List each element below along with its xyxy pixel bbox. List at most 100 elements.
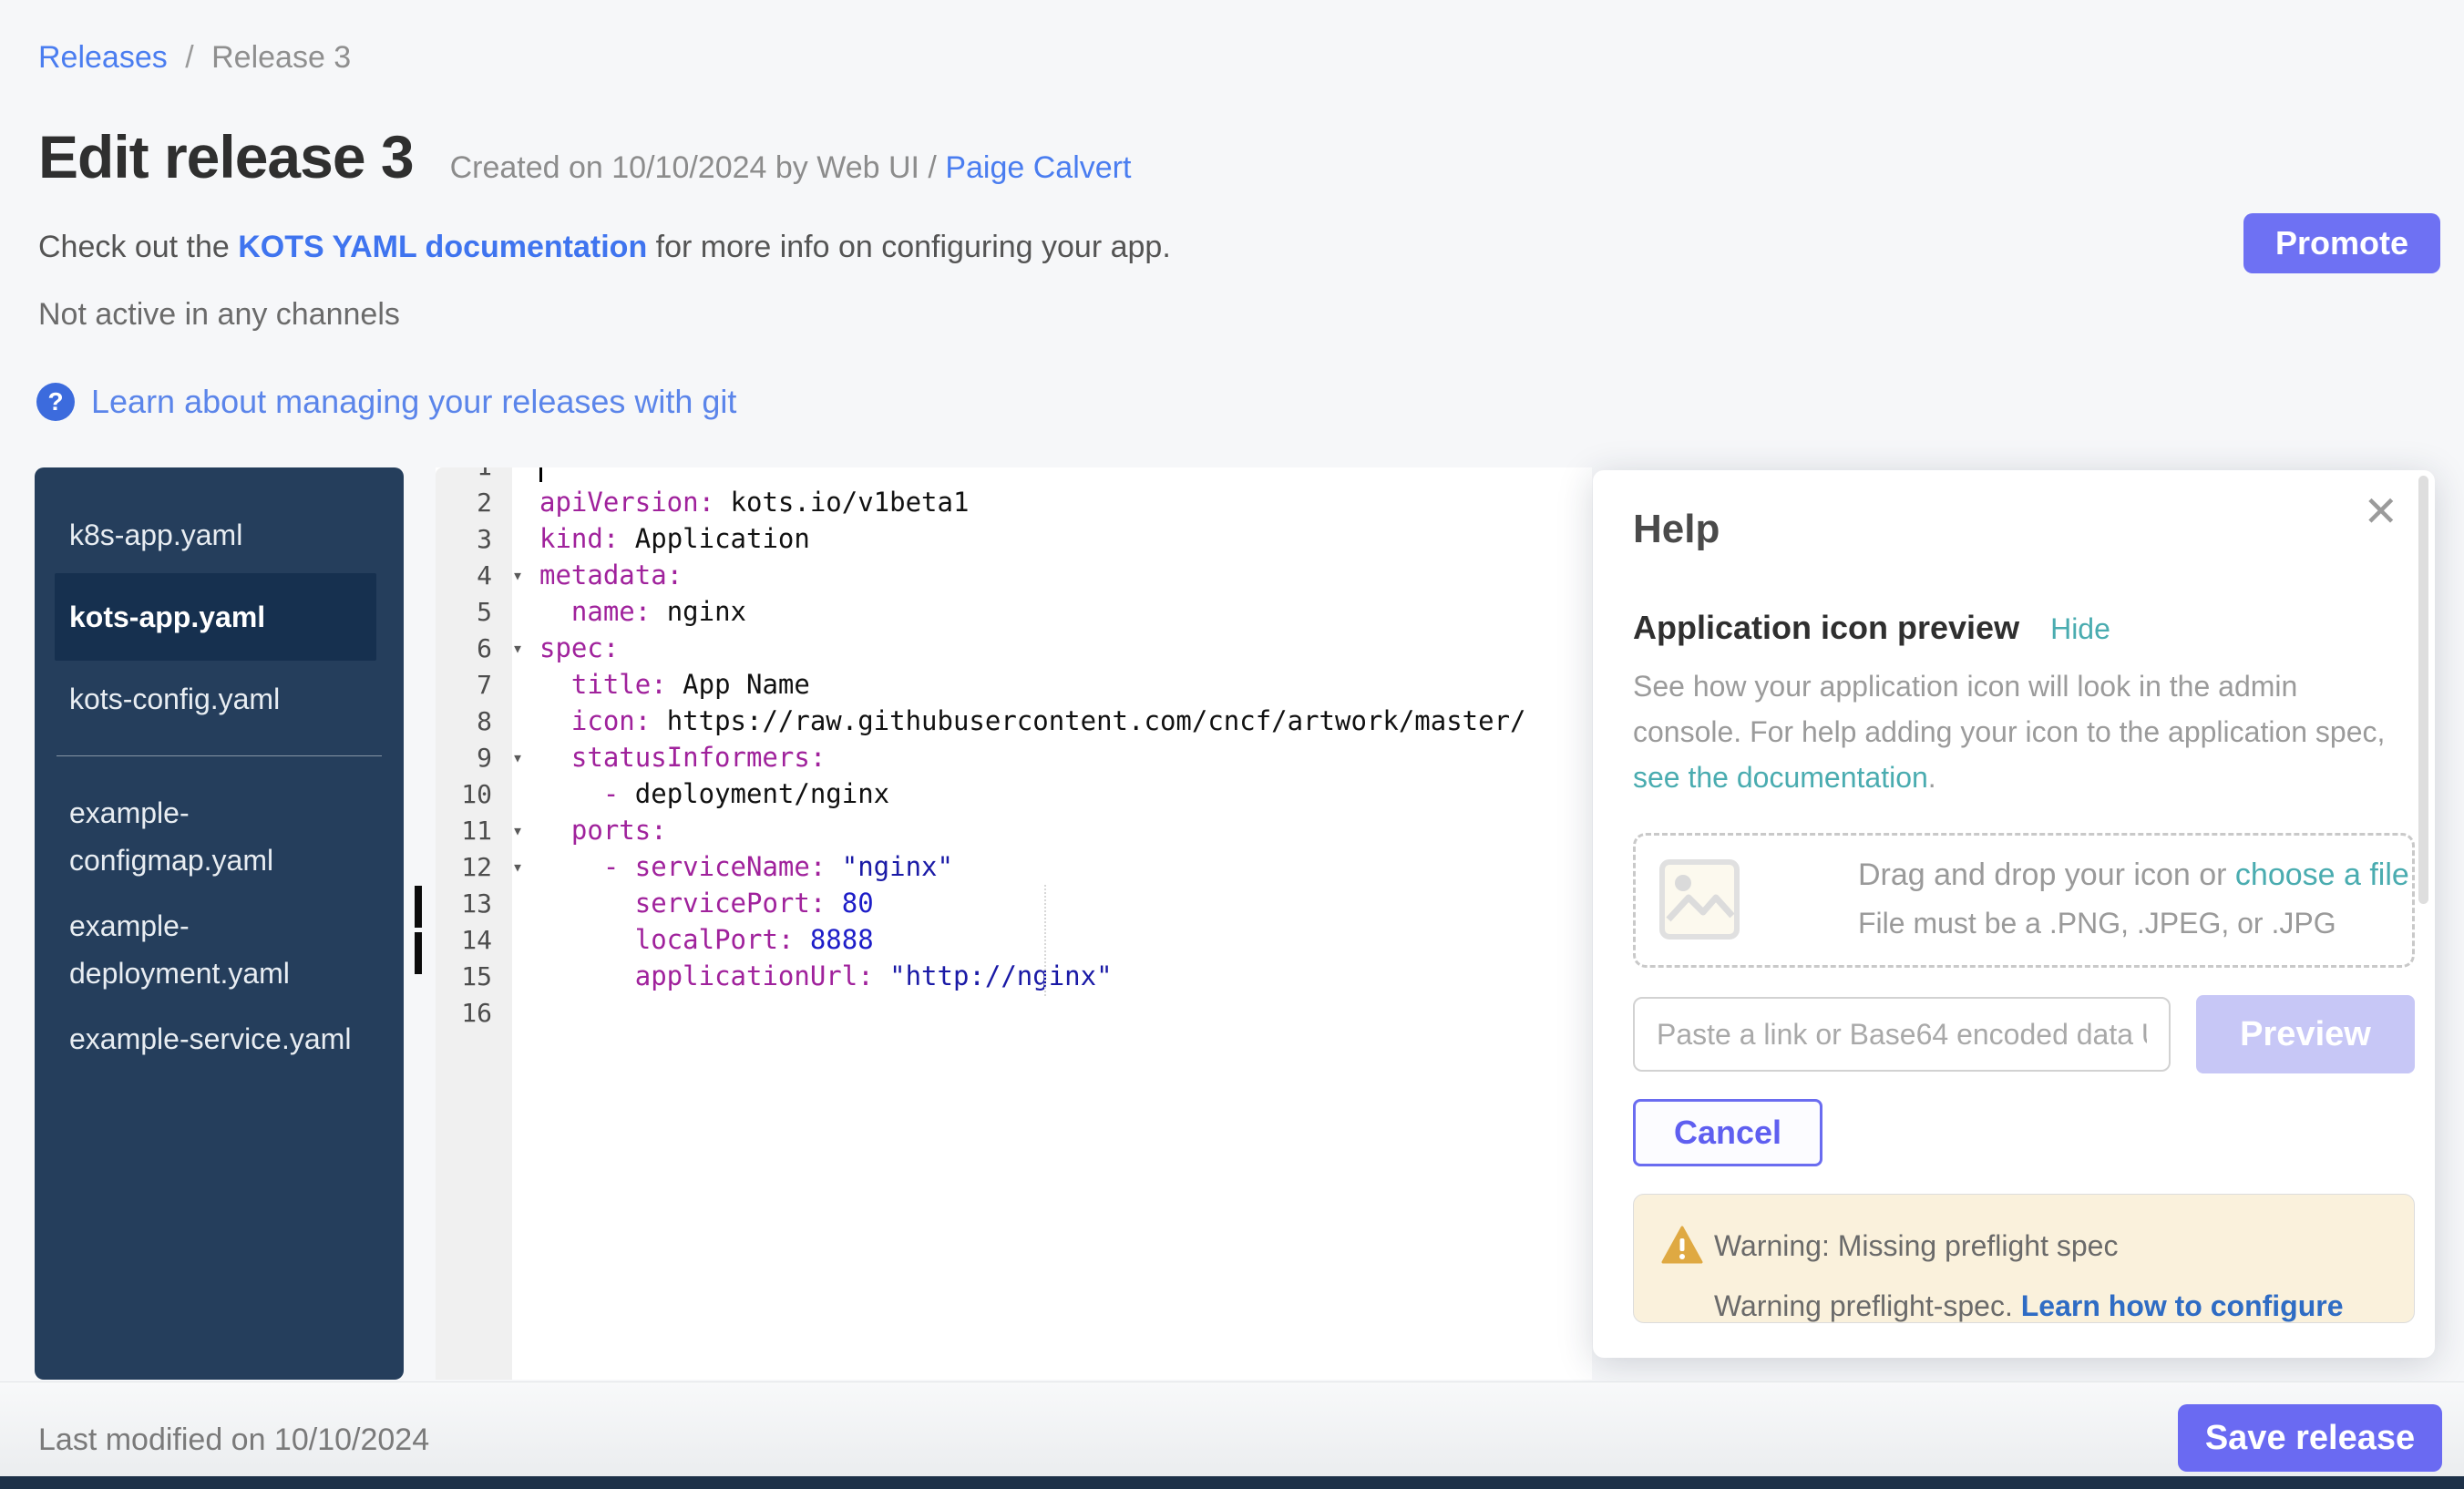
code-line-7[interactable]: 7 title: App Name (436, 666, 1592, 703)
code-line-6[interactable]: 6▾spec: (436, 630, 1592, 666)
line-number: 9 (436, 743, 512, 773)
code-text: - deployment/nginx (539, 778, 889, 809)
title-row: Edit release 3 Created on 10/10/2024 by … (38, 122, 1131, 191)
line-number: 13 (436, 888, 512, 919)
warning-triangle-icon (1661, 1226, 1703, 1268)
line-number: 3 (436, 524, 512, 554)
code-line-2[interactable]: 2 apiVersion: kots.io/v1beta1 (436, 484, 1592, 520)
file-item-example-configmap-yaml[interactable]: example-configmap.yaml (35, 780, 404, 893)
code-text: statusInformers: (539, 742, 826, 773)
code-line-10[interactable]: 10 - deployment/nginx (436, 775, 1592, 812)
file-tree-sidebar: k8s-app.yamlkots-app.yamlkots-config.yam… (35, 467, 404, 1380)
code-text: servicePort: 80 (539, 888, 874, 919)
code-text: --- (539, 467, 595, 482)
desc-pre: See how your application icon will look … (1633, 670, 2385, 748)
code-line-5[interactable]: 5 name: nginx (436, 593, 1592, 630)
warning-configure-link[interactable]: Learn how to configure (2021, 1289, 2344, 1322)
file-item-kots-config-yaml[interactable]: kots-config.yaml (35, 666, 404, 732)
dropzone-hint: File must be a .PNG, .JPEG, or .JPG (1858, 907, 2336, 940)
last-modified-text: Last modified on 10/10/2024 (38, 1422, 429, 1458)
file-tree: k8s-app.yamlkots-app.yamlkots-config.yam… (35, 502, 404, 1072)
code-line-4[interactable]: 4▾metadata: (436, 557, 1592, 593)
kots-yaml-doc-link[interactable]: KOTS YAML documentation (238, 230, 647, 264)
hide-link[interactable]: Hide (2050, 612, 2110, 646)
code-line-13[interactable]: 13 servicePort: 80 (436, 885, 1592, 921)
code-line-12[interactable]: 12▾ - serviceName: "nginx" (436, 848, 1592, 885)
promote-button[interactable]: Promote (2243, 213, 2440, 273)
file-item-kots-app-yaml[interactable]: kots-app.yaml (55, 573, 376, 661)
line-number: 2 (436, 488, 512, 518)
image-placeholder-icon (1659, 859, 1740, 944)
line-number: 16 (436, 998, 512, 1028)
close-icon[interactable]: ✕ (2363, 490, 2398, 532)
channel-status: Not active in any channels (38, 297, 400, 333)
code-line-8[interactable]: 8 icon: https://raw.githubusercontent.co… (436, 703, 1592, 739)
line-number: 5 (436, 597, 512, 627)
code-text: spec: (539, 632, 619, 663)
desc-post: . (1928, 761, 1936, 794)
created-meta: Created on 10/10/2024 by Web UI / Paige … (450, 150, 1132, 186)
save-release-button[interactable]: Save release (2178, 1404, 2442, 1472)
icon-url-input[interactable] (1633, 997, 2171, 1072)
code-text: name: nginx (539, 596, 746, 627)
line-number: 4 (436, 560, 512, 590)
footer: Last modified on 10/10/2024 Save release (0, 1381, 2464, 1476)
intro-post: for more info on configuring your app. (647, 230, 1171, 264)
warning-title: Warning: Missing preflight spec (1714, 1229, 2118, 1263)
dropzone-text: Drag and drop your icon or choose a file (1858, 857, 2409, 893)
line-number: 7 (436, 670, 512, 700)
line-number: 15 (436, 961, 512, 991)
breadcrumb-releases-link[interactable]: Releases (38, 40, 168, 75)
fold-arrow-icon[interactable]: ▾ (512, 739, 539, 775)
fold-arrow-icon[interactable]: ▾ (512, 557, 539, 593)
code-line-16[interactable]: 16 (436, 994, 1592, 1031)
file-item-example-service-yaml[interactable]: example-service.yaml (35, 1006, 404, 1072)
code-text: icon: https://raw.githubusercontent.com/… (539, 705, 1526, 736)
help-panel: ✕ Help Application icon preview Hide See… (1593, 470, 2435, 1358)
fold-arrow-icon[interactable]: ▾ (512, 812, 539, 848)
yaml-editor[interactable]: 1 --- 2 apiVersion: kots.io/v1beta1 3 kind: A… (436, 467, 1592, 1380)
page-title: Edit release 3 (38, 122, 414, 191)
code-line-14[interactable]: 14 localPort: 8888 (436, 921, 1592, 958)
preflight-warning-box: Warning: Missing preflight spec Warning … (1633, 1194, 2415, 1323)
git-banner: ? Learn about managing your releases wit… (36, 383, 736, 421)
line-number: 14 (436, 925, 512, 955)
git-releases-link[interactable]: Learn about managing your releases with … (91, 383, 736, 421)
line-number: 8 (436, 706, 512, 736)
code-text: metadata: (539, 560, 683, 590)
line-number: 12 (436, 852, 512, 882)
choose-a-file-link[interactable]: choose a file (2235, 857, 2409, 892)
bottom-edge-bar (0, 1476, 2464, 1489)
code-line-11[interactable]: 11▾ ports: (436, 812, 1592, 848)
preview-button[interactable]: Preview (2196, 995, 2415, 1073)
code-line-3[interactable]: 3 kind: Application (436, 520, 1592, 557)
text-cursor (539, 467, 542, 482)
created-text: Created on 10/10/2024 by Web UI / (450, 150, 937, 185)
line-number: 1 (436, 467, 512, 481)
author-link[interactable]: Paige Calvert (945, 150, 1131, 185)
breadcrumb-current: Release 3 (211, 40, 351, 75)
icon-dropzone[interactable]: Drag and drop your icon or choose a file… (1633, 833, 2415, 968)
breadcrumb-separator: / (176, 40, 202, 75)
file-item-k8s-app-yaml[interactable]: k8s-app.yaml (35, 502, 404, 568)
code-text: apiVersion: kots.io/v1beta1 (539, 487, 969, 518)
warning-body: Warning preflight-spec. Learn how to con… (1714, 1289, 2344, 1323)
dropzone-text-pre: Drag and drop your icon or (1858, 857, 2235, 892)
help-scrollbar[interactable] (2418, 476, 2428, 904)
code-text: title: App Name (539, 669, 810, 700)
code-line-15[interactable]: 15 applicationUrl: "http://nginx" (436, 958, 1592, 994)
icon-preview-description: See how your application icon will look … (1633, 663, 2404, 800)
fold-arrow-icon[interactable]: ▾ (512, 630, 539, 666)
code-text: kind: Application (539, 523, 810, 554)
code-line-9[interactable]: 9▾ statusInformers: (436, 739, 1592, 775)
code-line-1[interactable]: 1 --- (436, 467, 1592, 484)
fold-arrow-icon[interactable]: ▾ (512, 848, 539, 885)
see-documentation-link[interactable]: see the documentation (1633, 761, 1928, 794)
warning-body-text: Warning preflight-spec. (1714, 1289, 2021, 1322)
file-group-divider (56, 755, 382, 756)
code-text: - serviceName: "nginx" (539, 851, 953, 882)
file-item-example-deployment-yaml[interactable]: example-deployment.yaml (35, 893, 404, 1006)
line-number: 10 (436, 779, 512, 809)
cancel-button[interactable]: Cancel (1633, 1099, 1822, 1166)
line-number: 11 (436, 816, 512, 846)
